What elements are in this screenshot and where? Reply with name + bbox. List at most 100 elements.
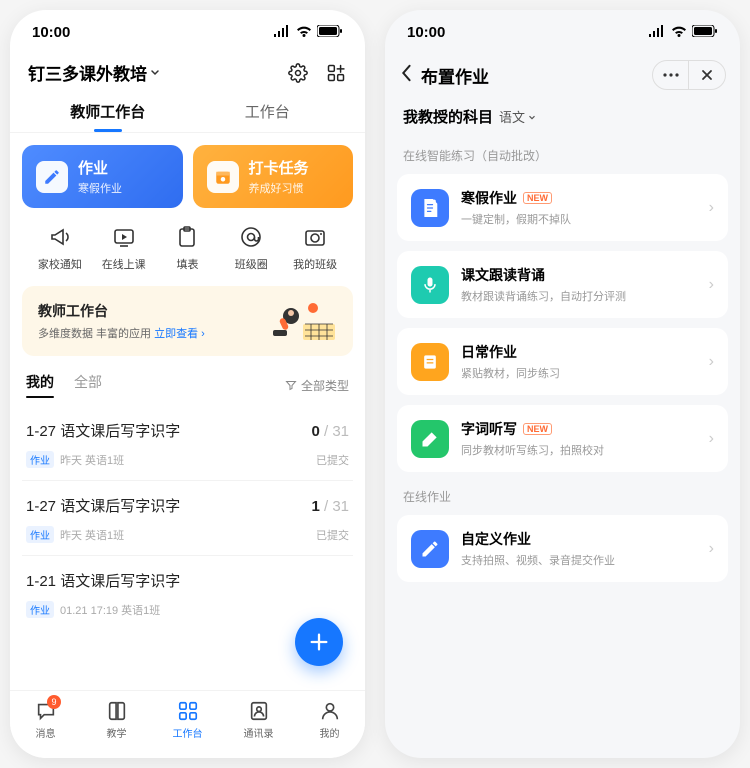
- nav-item-contact[interactable]: 通讯录: [223, 691, 294, 748]
- checkin-card[interactable]: 打卡任务 养成好习惯: [193, 145, 354, 208]
- quick-item-clipboard[interactable]: 填表: [156, 224, 220, 272]
- card-sub: 紧贴教材，同步练习: [461, 365, 697, 381]
- battery-icon: [692, 24, 718, 41]
- nav-item-grid[interactable]: 工作台: [152, 691, 223, 748]
- subject-label: 我教授的科目: [403, 106, 493, 127]
- sections: 在线智能练习（自动批改） 寒假作业NEW 一键定制，假期不掉队 › 课文跟读背诵…: [385, 141, 740, 592]
- subject-value: 语文: [499, 107, 525, 126]
- header-actions: [287, 62, 347, 84]
- phone-screen-left: 10:00 钉三多课外教培: [10, 10, 365, 758]
- filter-type-label: 全部类型: [301, 377, 349, 394]
- nav-label: 消息: [36, 725, 56, 740]
- play-screen-icon: [111, 224, 137, 250]
- fab-add[interactable]: [295, 618, 343, 666]
- signal-icon: [273, 24, 291, 41]
- banner[interactable]: 教师工作台 多维度数据 丰富的应用 立即查看 ›: [22, 286, 353, 356]
- card-texts: 自定义作业 支持拍照、视频、录音提交作业: [461, 529, 697, 568]
- homework-card-text: 作业 寒假作业: [78, 157, 122, 196]
- status-bar: 10:00: [10, 10, 365, 54]
- homework-meta: 作业 01.21 17:19 英语1班: [26, 601, 160, 618]
- org-name: 钉三多课外教培: [28, 60, 147, 85]
- filter-mine[interactable]: 我的: [26, 372, 54, 398]
- quick-label: 班级圈: [235, 256, 268, 272]
- nav-label: 工作台: [173, 725, 203, 740]
- card-sub: 一键定制，假期不掉队: [461, 211, 697, 227]
- nav-item-person[interactable]: 我的: [294, 691, 365, 748]
- chevron-down-icon: [149, 63, 161, 83]
- card-texts: 日常作业 紧贴教材，同步练习: [461, 342, 697, 381]
- circle-at-icon: [238, 224, 264, 250]
- subject-select[interactable]: 语文: [499, 107, 537, 126]
- wifi-icon: [671, 24, 687, 41]
- card-list: 自定义作业 支持拍照、视频、录音提交作业 ›: [385, 515, 740, 582]
- homework-item[interactable]: 1-27 语文课后写字识字 0 / 31 作业 昨天 英语1班 已提交: [22, 406, 353, 480]
- quick-item-circle-at[interactable]: 班级圈: [219, 224, 283, 272]
- homework-status: 已提交: [316, 452, 349, 468]
- page-title: 布置作业: [421, 63, 489, 88]
- quick-label: 家校通知: [38, 256, 82, 272]
- homework-list: 1-27 语文课后写字识字 0 / 31 作业 昨天 英语1班 已提交 1-27…: [22, 406, 353, 630]
- nav-label: 教学: [107, 725, 127, 740]
- header-pill: [652, 60, 726, 90]
- homework-title: 1-21 语文课后写字识字: [26, 570, 180, 591]
- mic-icon: [411, 266, 449, 304]
- banner-illustration: [269, 300, 337, 342]
- card-title: 自定义作业: [461, 529, 531, 549]
- homework-item[interactable]: 1-27 语文课后写字识字 1 / 31 作业 昨天 英语1班 已提交: [22, 480, 353, 555]
- org-switcher[interactable]: 钉三多课外教培: [28, 60, 161, 85]
- assignment-type-item[interactable]: 字词听写NEW 同步教材听写练习，拍照校对 ›: [397, 405, 728, 472]
- homework-count: 1 / 31: [311, 498, 349, 515]
- person-icon: [318, 699, 342, 723]
- quick-item-megaphone[interactable]: 家校通知: [28, 224, 92, 272]
- filter-all[interactable]: 全部: [74, 372, 102, 398]
- plus-icon: [308, 631, 330, 653]
- tab-workbench[interactable]: 工作台: [188, 93, 348, 132]
- megaphone-icon: [47, 224, 73, 250]
- nav-badge: 9: [47, 695, 61, 709]
- status-icons: [648, 24, 718, 41]
- filter-type-select[interactable]: 全部类型: [285, 377, 349, 394]
- card-title: 字词听写: [461, 419, 517, 439]
- photo-gear-icon: [302, 224, 328, 250]
- chevron-down-icon: [527, 112, 537, 122]
- homework-meta: 作业 昨天 英语1班: [26, 526, 124, 543]
- homework-card[interactable]: 作业 寒假作业: [22, 145, 183, 208]
- homework-tag: 作业: [26, 451, 54, 468]
- clipboard-icon: [174, 224, 200, 250]
- chevron-right-icon: ›: [709, 430, 714, 448]
- card-texts: 寒假作业NEW 一键定制，假期不掉队: [461, 188, 697, 227]
- tab-teacher-workbench[interactable]: 教师工作台: [28, 93, 188, 132]
- homework-item[interactable]: 1-21 语文课后写字识字 作业 01.21 17:19 英语1班: [22, 555, 353, 630]
- homework-tag: 作业: [26, 601, 54, 618]
- add-app-button[interactable]: [325, 62, 347, 84]
- assignment-type-item[interactable]: 课文跟读背诵 教材跟读背诵练习，自动打分评测 ›: [397, 251, 728, 318]
- assignment-type-item[interactable]: 日常作业 紧贴教材，同步练习 ›: [397, 328, 728, 395]
- homework-meta: 作业 昨天 英语1班: [26, 451, 124, 468]
- filter-icon: [285, 379, 297, 391]
- quick-actions: 家校通知在线上课填表班级圈我的班级: [22, 222, 353, 286]
- homework-title: 作业: [78, 157, 122, 178]
- header-left: 布置作业: [399, 63, 489, 88]
- quick-item-photo-gear[interactable]: 我的班级: [283, 224, 347, 272]
- quick-item-play-screen[interactable]: 在线上课: [92, 224, 156, 272]
- back-button[interactable]: [399, 64, 413, 87]
- card-title: 课文跟读背诵: [461, 265, 545, 285]
- more-button[interactable]: [653, 61, 689, 89]
- settings-button[interactable]: [287, 62, 309, 84]
- assignment-type-item[interactable]: 寒假作业NEW 一键定制，假期不掉队 ›: [397, 174, 728, 241]
- homework-sub: 寒假作业: [78, 180, 122, 196]
- close-button[interactable]: [689, 61, 725, 89]
- nav-item-chat[interactable]: 9 消息: [10, 691, 81, 748]
- nav-item-book[interactable]: 教学: [81, 691, 152, 748]
- section-label: 在线智能练习（自动批改）: [385, 141, 740, 174]
- battery-icon: [317, 24, 343, 41]
- contact-icon: [247, 699, 271, 723]
- card-sub: 教材跟读背诵练习，自动打分评测: [461, 288, 697, 304]
- homework-count: 0 / 31: [311, 423, 349, 440]
- new-badge: NEW: [523, 192, 552, 204]
- filter-row: 我的 全部 全部类型: [22, 372, 353, 406]
- section-label: 在线作业: [385, 482, 740, 515]
- assignment-type-item[interactable]: 自定义作业 支持拍照、视频、录音提交作业 ›: [397, 515, 728, 582]
- banner-link[interactable]: 立即查看 ›: [154, 328, 205, 340]
- card-sub: 同步教材听写练习，拍照校对: [461, 442, 697, 458]
